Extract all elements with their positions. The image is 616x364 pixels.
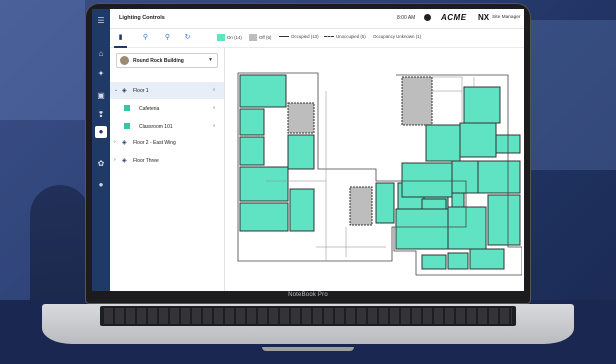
room-on[interactable] [287, 134, 315, 170]
room-on[interactable] [239, 202, 289, 232]
building-select-value: Round Rock Building [133, 57, 184, 64]
legend-solid-line [279, 36, 289, 37]
legend-unknown: Occupancy Unknown (1) [373, 34, 421, 39]
laptop-keyboard [100, 306, 516, 326]
tree-item-label: Cafeteria [139, 106, 160, 112]
clock-icon [424, 14, 431, 21]
background-window [0, 0, 85, 120]
laptop-brand-label: NoteBook Pro [288, 292, 328, 298]
room-on[interactable] [401, 162, 453, 198]
tree-item-label: Floor 1 [133, 88, 149, 94]
room-on[interactable] [239, 166, 289, 202]
laptop-screen: ☰ ⌂ ✦ ▣ ❢ ● ✿ ● Lighting Controls 8:00 A… [92, 9, 524, 291]
room-on[interactable] [447, 252, 469, 270]
room-on[interactable] [239, 108, 265, 136]
room-off[interactable] [349, 186, 373, 226]
pin-icon[interactable]: ❢ [96, 110, 106, 120]
chevron-down-icon[interactable]: ⌄ [114, 87, 118, 93]
legend-off: Off (6) [249, 34, 271, 41]
clock-time: 8:00 AM [397, 15, 416, 21]
brand-logo: ACME [441, 13, 467, 22]
layers-icon: ◈ [122, 158, 127, 164]
legend-off-swatch [249, 34, 257, 41]
user-role[interactable]: Site Manager [492, 15, 521, 20]
keys [104, 308, 512, 324]
building-avatar [120, 56, 129, 65]
tree-item-label: Floor 2 - East Wing [133, 140, 176, 146]
room-on[interactable] [425, 124, 461, 162]
laptop-notch [262, 347, 354, 351]
room-on[interactable] [477, 160, 521, 194]
location-panel: Round Rock Building ▼ ⌄ ◈ Floor 1 ♁ Cafe… [110, 48, 225, 291]
app-title: Lighting Controls [119, 15, 165, 21]
room-on[interactable] [375, 182, 395, 224]
settings-icon[interactable]: ✿ [96, 159, 106, 169]
chevron-right-icon[interactable]: › [114, 139, 116, 145]
tree-item-classroom-101[interactable]: Classroom 101 ♁ [110, 118, 224, 135]
room-on[interactable] [469, 248, 505, 270]
tree-item-cafeteria[interactable]: Cafeteria ♁ [110, 100, 224, 117]
room-on[interactable] [239, 136, 265, 166]
room-on[interactable] [459, 122, 497, 158]
room-on[interactable] [239, 74, 287, 108]
lightbulb-icon[interactable]: ✦ [96, 69, 106, 79]
room-on[interactable] [447, 206, 487, 250]
search-icon[interactable]: ⚲ [141, 33, 150, 42]
room-on[interactable] [487, 194, 521, 246]
dropdown-arrow-icon: ▼ [208, 57, 213, 63]
room-off[interactable] [287, 102, 315, 134]
top-bar: Lighting Controls 8:00 AM ACME NX Site M… [110, 9, 524, 29]
room-on[interactable] [463, 86, 501, 124]
user-icon[interactable]: ● [96, 180, 106, 190]
toolbar: ▮ ⚲ ⚲ ↻ On (14) Off (6) Occupied (13) Un… [110, 29, 524, 48]
tree-item-label: Classroom 101 [139, 124, 173, 130]
lightbulb-icon[interactable]: ♁ [212, 123, 216, 129]
background-window [531, 20, 616, 170]
legend-unknown-label: Occupancy Unknown (1) [373, 34, 422, 39]
lightbulb-icon[interactable]: ♁ [212, 105, 216, 111]
tree-item-floor-three[interactable]: › ◈ Floor Three [110, 152, 224, 169]
calendar-icon[interactable]: ▣ [96, 91, 106, 101]
room-icon [124, 105, 130, 111]
legend-occupied: Occupied (13) [279, 34, 319, 39]
legend-off-label: Off (6) [259, 35, 272, 40]
legend-on: On (14) [217, 34, 242, 41]
home-icon[interactable]: ⌂ [96, 49, 106, 59]
tree-item-floor-1[interactable]: ⌄ ◈ Floor 1 ♁ [110, 82, 224, 99]
building-select[interactable]: Round Rock Building ▼ [116, 53, 218, 68]
layers-icon: ◈ [122, 88, 127, 94]
legend-on-swatch [217, 34, 225, 41]
legend-on-label: On (14) [227, 35, 242, 40]
legend-unoccupied: Unoccupied (5) [324, 34, 366, 39]
room-on[interactable] [421, 254, 447, 270]
tree-item-label: Floor Three [133, 158, 159, 164]
lightbulb-icon[interactable]: ♁ [212, 87, 216, 93]
menu-icon[interactable]: ☰ [96, 16, 106, 26]
chevron-right-icon[interactable]: › [114, 157, 116, 163]
floor-plan[interactable] [226, 51, 522, 283]
tree-item-floor-2[interactable]: › ◈ Floor 2 - East Wing [110, 134, 224, 151]
room-on[interactable] [289, 188, 315, 232]
legend-occupied-label: Occupied (13) [291, 34, 319, 39]
refresh-icon[interactable]: ↻ [183, 33, 192, 42]
legend-unoccupied-label: Unoccupied (5) [336, 34, 366, 39]
building-icon[interactable]: ▮ [116, 33, 125, 42]
zoom-out-icon[interactable]: ⚲ [163, 33, 172, 42]
map-icon[interactable]: ● [96, 127, 106, 137]
legend-dashed-line [324, 36, 334, 37]
room-off[interactable] [401, 76, 433, 126]
room-icon [124, 123, 130, 129]
room-on[interactable] [451, 160, 479, 194]
layers-icon: ◈ [122, 140, 127, 146]
room-on[interactable] [395, 208, 449, 250]
partner-logo: NX [478, 13, 490, 22]
nav-rail: ☰ ⌂ ✦ ▣ ❢ ● ✿ ● [92, 9, 110, 291]
